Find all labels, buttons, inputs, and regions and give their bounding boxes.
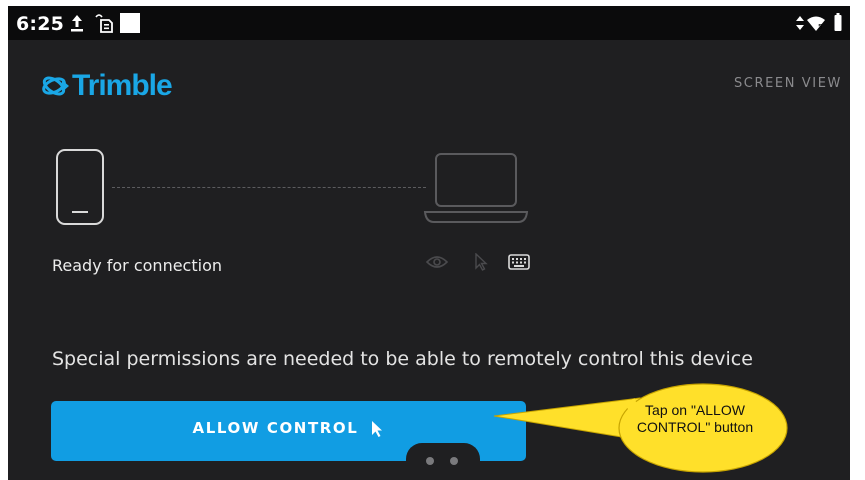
- annotation-text: Tap on "ALLOW CONTROL" button: [636, 402, 754, 435]
